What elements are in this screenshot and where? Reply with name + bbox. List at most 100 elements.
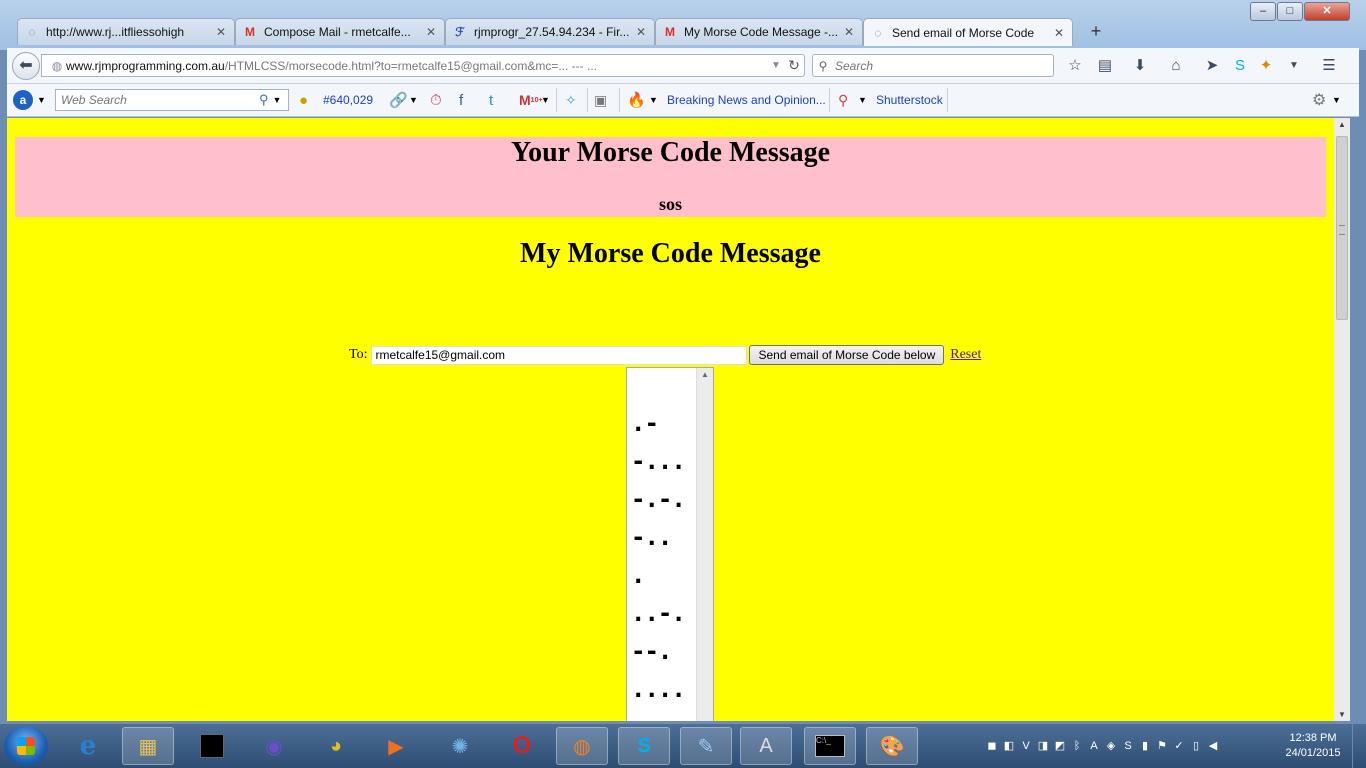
url-text[interactable]: www.rjmprogramming.com.au/HTMLCSS/morsec… [66,59,768,73]
chevron-down-icon[interactable]: ▼ [273,95,282,105]
reading-list-icon[interactable]: ▤ [1094,56,1116,76]
alexa-rank[interactable]: #640,029 [323,90,373,110]
chevron-down-icon[interactable]: ▼ [541,90,550,110]
show-desktop-button[interactable] [1352,724,1366,768]
paint-icon[interactable]: 🎨 [866,727,918,765]
clock[interactable]: 12:38 PM 24/01/2015 [1280,731,1346,761]
card-icon[interactable]: ▣ [594,90,607,110]
morse-code-textarea[interactable]: .- -... -.-. -.. . ..-. --. .... ▲ [626,367,714,721]
app-tray-icon[interactable]: ◨ [1036,739,1050,753]
battery-icon[interactable]: ▯ [1189,739,1203,753]
menu-icon[interactable]: ☰ [1318,56,1340,76]
chevron-down-icon[interactable]: ▼ [37,90,46,110]
flame-icon[interactable]: 🔥 [627,90,646,110]
tab-my-morse-mail[interactable]: M My Morse Code Message -... ✕ [655,18,863,45]
bookmark-star-icon[interactable]: ☆ [1064,56,1086,76]
tab-strip: ◌ http://www.rj...itfliessohigh ✕ M Comp… [10,18,1350,46]
volume-icon[interactable]: ◀ [1206,739,1220,753]
web-search-box[interactable]: ⚲ ▼ [55,89,289,111]
download-icon[interactable]: ⬇ [1129,56,1151,76]
flag-icon[interactable]: ⚑ [1155,739,1169,753]
chevron-down-icon[interactable]: ▼ [649,90,658,110]
back-button[interactable]: ⬅ [12,52,40,80]
search-icon[interactable]: ⚲ [259,92,269,108]
tab-rjm-page[interactable]: ◌ http://www.rj...itfliessohigh ✕ [17,18,235,45]
tab-compose-mail[interactable]: M Compose Mail - rmetcalfe... ✕ [235,18,445,45]
addon-icon[interactable]: ✦ [1255,56,1277,76]
close-icon[interactable]: ✕ [842,25,856,39]
gmail-icon[interactable]: M 10+ [519,90,543,110]
filezilla-icon: ℱ [455,25,465,39]
signal-icon[interactable]: ▮ [1138,739,1152,753]
chevron-down-icon[interactable]: ▼ [1283,56,1305,76]
app-tray-icon[interactable]: ◈ [1104,739,1118,753]
internet-explorer-icon[interactable]: e [62,727,114,765]
search-box[interactable]: ⚲ [812,54,1054,77]
timer-icon[interactable]: ⏱ [430,90,442,110]
tab-filezilla[interactable]: ℱ rjmprogr_27.54.94.234 - Fir... ✕ [445,18,655,45]
sparkle-icon[interactable]: ✧ [565,90,577,110]
command-prompt-icon[interactable]: C:\_ [804,727,856,765]
to-email-field[interactable] [371,345,748,365]
clock-time: 12:38 PM [1289,732,1337,744]
notification-icon[interactable]: ◼ [985,739,999,753]
morse-line: .- [631,409,659,437]
web-search-input[interactable] [56,92,259,108]
chevron-down-icon[interactable]: ▼ [858,90,867,110]
scroll-up-icon[interactable]: ▲ [697,370,713,379]
reload-icon[interactable]: ↻ [784,57,804,74]
page-scrollbar[interactable]: ▲ ▼ [1334,118,1350,721]
close-icon[interactable]: ✕ [1052,26,1066,40]
twitter-icon[interactable]: t [489,90,493,110]
window-titlebar: – □ ✕ ◌ http://www.rj...itfliessohigh ✕ … [0,0,1366,50]
link-icon[interactable]: 🔗 [389,90,408,110]
security-icon[interactable]: ✓ [1172,739,1186,753]
close-icon[interactable]: ✕ [424,25,438,39]
taskbar: e ▦ ◉ ◕ ▶ ✺ O ◍ S ✎ A C:\_ 🎨 ◼ ◧ V ◨ ◩ ᛒ… [0,724,1366,768]
close-icon[interactable]: ✕ [634,25,648,39]
ask-logo-icon[interactable]: a [13,90,33,110]
app-tray-icon[interactable]: ◧ [1002,739,1016,753]
bluetooth-icon[interactable]: ᛒ [1070,739,1084,753]
skype-icon[interactable]: S [1229,56,1251,76]
search-fire-icon[interactable]: ⚲ [838,90,848,110]
notepad-icon[interactable]: ✎ [680,727,732,765]
scroll-down-icon[interactable]: ▼ [1334,710,1350,719]
media-player-icon[interactable]: ▶ [370,727,422,765]
start-button[interactable] [4,726,48,766]
opera-icon[interactable]: O [496,727,548,765]
breaking-news-link[interactable]: Breaking News and Opinion... [667,90,826,110]
acrobat-icon[interactable]: A [1087,739,1101,753]
shutterstock-link[interactable]: Shutterstock [876,90,943,110]
scroll-up-icon[interactable]: ▲ [1334,120,1350,129]
search-input[interactable] [833,57,1037,74]
skype-tray-icon[interactable]: S [1121,739,1135,753]
firefox-icon[interactable]: ◍ [556,727,608,765]
app-tray-icon[interactable]: ◩ [1053,739,1067,753]
morse-line: .... [631,675,686,703]
chrome-icon[interactable]: ◕ [310,727,362,765]
close-icon[interactable]: ✕ [214,25,228,39]
new-tab-button[interactable]: + [1085,20,1107,42]
facebook-icon[interactable]: f [459,90,463,110]
chevron-down-icon[interactable]: ▼ [409,90,418,110]
gear-icon[interactable]: ⚙ [1312,90,1326,110]
safari-icon[interactable]: ✺ [434,727,486,765]
app-tray-icon[interactable]: V [1019,739,1033,753]
wordpad-icon[interactable]: A [740,727,792,765]
terminal-app-icon[interactable] [186,727,238,765]
tab-send-email-morse[interactable]: ◌ Send email of Morse Code ✕ [863,18,1073,46]
morse-line: ..-. [631,599,686,627]
scrollbar-thumb[interactable] [1336,136,1348,320]
send-icon[interactable]: ➤ [1201,56,1223,76]
file-explorer-icon[interactable]: ▦ [122,727,174,765]
url-bar[interactable]: ◍ www.rjmprogramming.com.au/HTMLCSS/mors… [41,54,805,77]
eclipse-icon[interactable]: ◉ [248,727,300,765]
send-email-button[interactable]: Send email of Morse Code below [749,345,945,365]
skype-icon[interactable]: S [618,727,670,765]
reset-link[interactable]: Reset [950,347,981,363]
chevron-down-icon[interactable]: ▼ [768,60,784,71]
textarea-scrollbar[interactable]: ▲ [696,368,713,721]
home-icon[interactable]: ⌂ [1165,56,1187,76]
chevron-down-icon[interactable]: ▼ [1332,90,1341,110]
